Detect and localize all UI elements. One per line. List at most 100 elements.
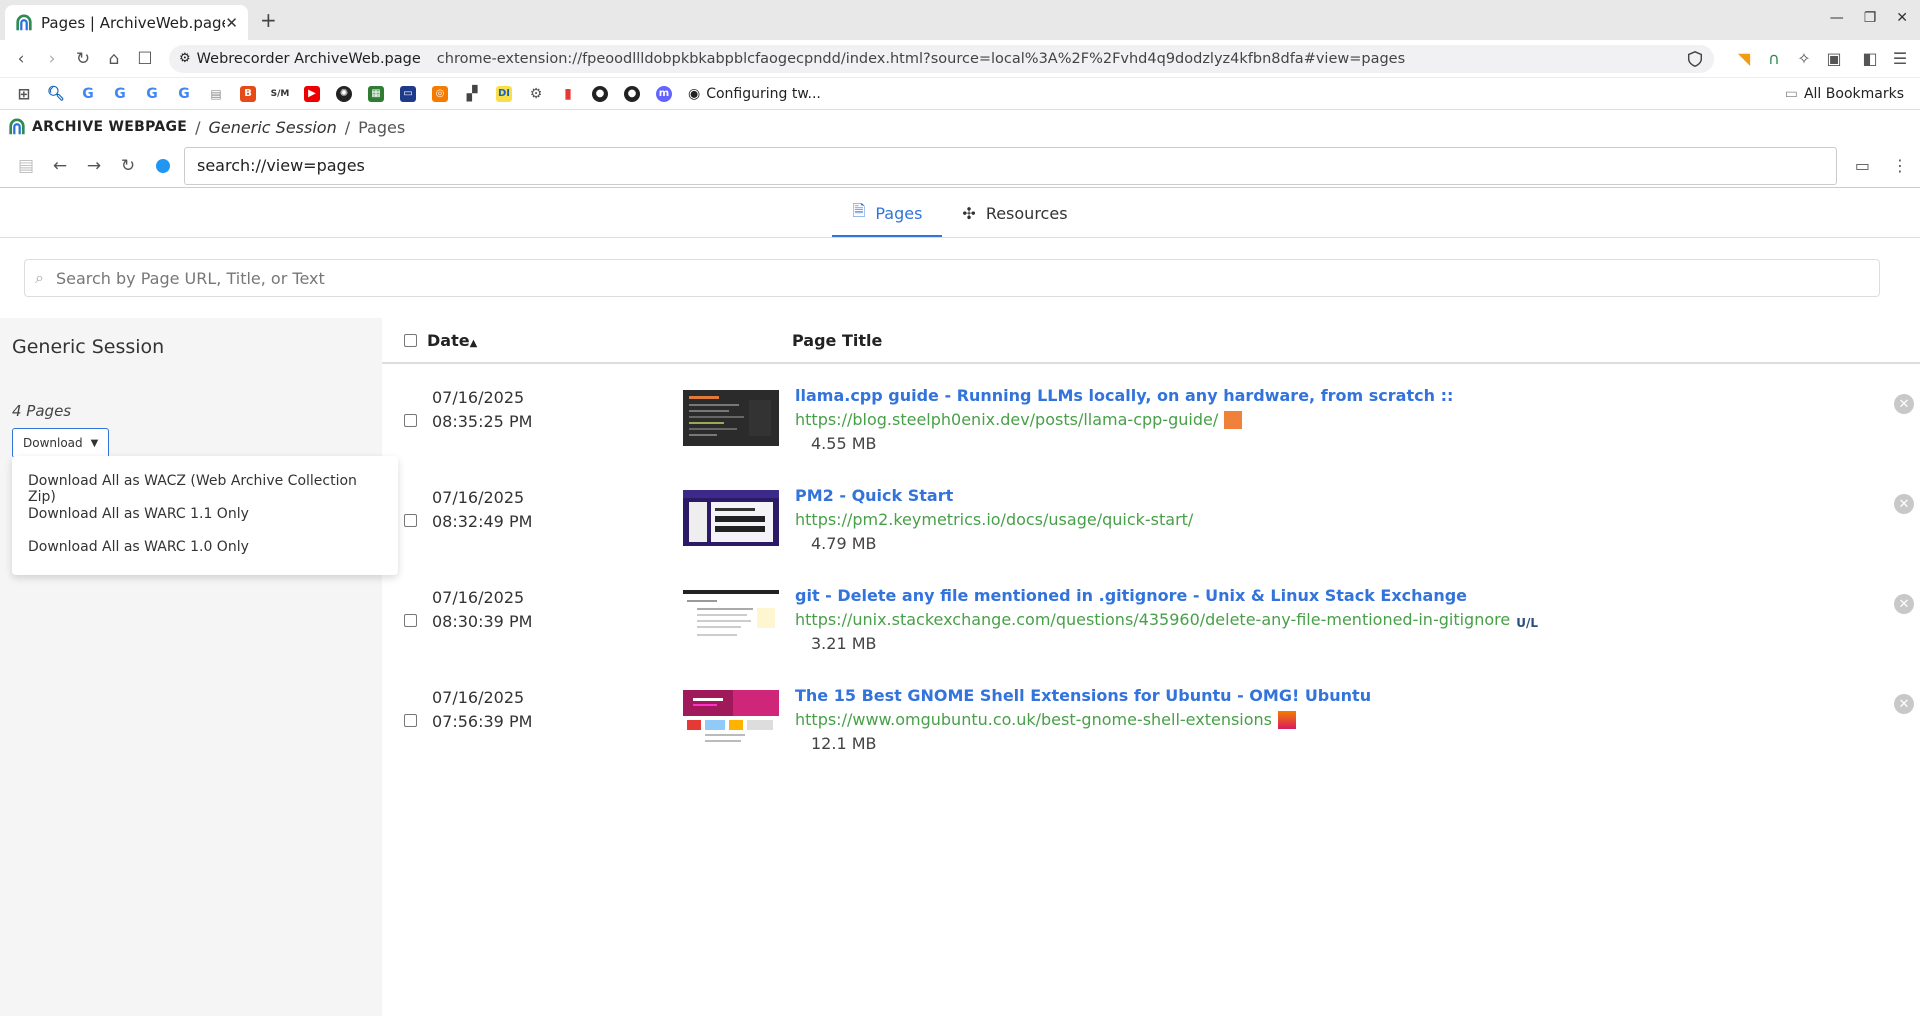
browser-toolbar: ‹ › ↻ ⌂ ☐ ⚙ Webrecorder ArchiveWeb.page …: [0, 40, 1920, 78]
new-tab-icon[interactable]: +: [260, 8, 277, 32]
row-checkbox[interactable]: [404, 614, 417, 627]
menu-item-download-wacz[interactable]: Download All as WACZ (Web Archive Collec…: [12, 466, 398, 505]
page-url-text: https://unix.stackexchange.com/questions…: [795, 610, 1511, 629]
page-title-link[interactable]: PM2 - Quick Start: [795, 484, 1193, 508]
download-button[interactable]: Download ▼: [12, 428, 110, 458]
back-icon[interactable]: ‹: [10, 48, 32, 70]
tab-pages[interactable]: 🗎︎ Pages: [832, 191, 943, 237]
table-row[interactable]: 07/16/2025 08:30:39 PM git - Delete any …: [382, 564, 1920, 664]
bookmark-orange-icon[interactable]: ◎: [432, 85, 448, 102]
site-info-icon[interactable]: ⚙: [179, 51, 191, 66]
archiveweb-extension-icon[interactable]: ∩: [1764, 49, 1784, 69]
page-count: 4 Pages: [12, 402, 72, 420]
column-date[interactable]: Date▲: [427, 331, 792, 350]
search-icon: ⌕: [35, 268, 44, 287]
close-tab-icon[interactable]: ✕: [225, 14, 238, 32]
archiveweb-logo-icon: [9, 118, 25, 135]
page-url[interactable]: https://blog.steelph0enix.dev/posts/llam…: [795, 408, 1453, 432]
bookmark-blue-icon[interactable]: ▭: [400, 85, 416, 102]
apps-grid-icon[interactable]: ⊞: [16, 85, 32, 103]
bookmark-google-icon[interactable]: G: [112, 86, 128, 102]
bookmark-dark-icon[interactable]: ●: [592, 85, 608, 102]
bookmark-doc-icon[interactable]: ▤: [208, 86, 224, 102]
select-all-checkbox[interactable]: [404, 333, 417, 347]
bookmark-sm-icon[interactable]: S/M: [271, 86, 290, 102]
breadcrumb-pages: Pages: [358, 117, 406, 137]
table-row[interactable]: 07/16/2025 08:32:49 PM PM2 - Quick Start…: [382, 464, 1920, 564]
address-bar[interactable]: ⚙ Webrecorder ArchiveWeb.page chrome-ext…: [169, 44, 1714, 73]
maximize-icon[interactable]: ❐: [1864, 10, 1877, 26]
replay-reload-icon[interactable]: ↻: [118, 156, 138, 176]
bookmark-google-icon[interactable]: G: [176, 86, 192, 102]
screen-icon[interactable]: ▭: [1855, 156, 1870, 175]
bookmark-green-icon[interactable]: ▦: [368, 85, 384, 102]
table-row[interactable]: 07/16/2025 07:56:39 PM The 15 Best GNOME…: [382, 664, 1920, 764]
bookmark-yellow-icon[interactable]: DI: [496, 85, 512, 102]
bookmark-steam-icon[interactable]: ⚙: [528, 86, 544, 102]
page-thumbnail[interactable]: [683, 490, 779, 546]
pages-table: Date▲ Page Title 07/16/2025 08:35:25 PM: [382, 318, 1920, 1016]
row-checkbox[interactable]: [404, 514, 417, 527]
bookmark-dark-icon[interactable]: ●: [624, 85, 640, 102]
delete-page-icon[interactable]: ✕: [1894, 594, 1914, 614]
row-checkbox[interactable]: [404, 714, 417, 727]
tab-resources[interactable]: ✣ Resources: [942, 191, 1087, 237]
bookmark-mastodon-icon[interactable]: m: [656, 85, 672, 102]
home-icon[interactable]: ⌂: [103, 48, 125, 70]
tab-pages-label: Pages: [875, 203, 923, 223]
delete-page-icon[interactable]: ✕: [1894, 694, 1914, 714]
bookmark-search-icon[interactable]: 🔍︎: [47, 86, 65, 102]
delete-page-icon[interactable]: ✕: [1894, 394, 1914, 414]
bookmark-google-icon[interactable]: G: [80, 86, 96, 102]
column-title[interactable]: Page Title: [792, 331, 882, 350]
site-favicon-icon: [1224, 411, 1243, 429]
reload-icon[interactable]: ↻: [72, 48, 94, 70]
page-title-link[interactable]: git - Delete any file mentioned in .giti…: [795, 584, 1534, 608]
brave-shield-icon[interactable]: [1686, 50, 1704, 68]
replay-url-input[interactable]: search://view=pages: [184, 146, 1837, 185]
table-row[interactable]: 07/16/2025 08:35:25 PM llama.cpp guide -…: [382, 364, 1920, 464]
page-url[interactable]: https://www.omgubuntu.co.uk/best-gnome-s…: [795, 708, 1371, 732]
minimize-icon[interactable]: —: [1830, 10, 1844, 26]
forward-icon[interactable]: ›: [41, 48, 63, 70]
page-title-link[interactable]: The 15 Best GNOME Shell Extensions for U…: [795, 684, 1371, 708]
sidebar-list-icon[interactable]: ▤: [16, 156, 36, 176]
app-logo[interactable]: ARCHIVE WEBPAGE: [8, 118, 187, 136]
bookmark-chart-icon[interactable]: ▮: [560, 86, 576, 102]
download-menu: Download All as WACZ (Web Archive Collec…: [12, 456, 398, 575]
wallet-icon[interactable]: ▣: [1824, 49, 1844, 69]
page-thumbnail[interactable]: [683, 390, 779, 446]
rss-icon[interactable]: ◥: [1734, 49, 1754, 69]
page-url[interactable]: https://unix.stackexchange.com/questions…: [795, 608, 1538, 632]
menu-item-download-warc11[interactable]: Download All as WARC 1.1 Only: [12, 499, 398, 532]
replay-back-icon[interactable]: ←: [50, 156, 70, 176]
all-bookmarks[interactable]: ▭ All Bookmarks: [1785, 86, 1904, 102]
more-options-icon[interactable]: ⋮: [1892, 156, 1908, 175]
row-checkbox[interactable]: [404, 414, 417, 427]
bookmark-openai-icon[interactable]: ✺: [336, 85, 352, 102]
page-search-input[interactable]: ⌕ Search by Page URL, Title, or Text: [24, 259, 1880, 297]
sidebar-toggle-icon[interactable]: ◧: [1860, 49, 1880, 69]
replay-forward-icon[interactable]: →: [84, 156, 104, 176]
bookmark-grid-icon[interactable]: ▞: [464, 86, 480, 102]
extensions-icon[interactable]: ✧: [1794, 49, 1814, 69]
close-window-icon[interactable]: ✕: [1896, 10, 1908, 26]
bookmark-youtube-icon[interactable]: ▶: [304, 85, 320, 102]
bookmark-b-icon[interactable]: B: [240, 85, 256, 102]
page-url-text: https://www.omgubuntu.co.uk/best-gnome-s…: [795, 710, 1273, 729]
bookmark-github[interactable]: ◉ Configuring tw...: [688, 86, 821, 102]
bookmark-icon[interactable]: ☐: [134, 48, 156, 70]
browser-tab[interactable]: Pages | ArchiveWeb.page ✕: [5, 5, 248, 40]
bookmark-google-icon[interactable]: G: [144, 86, 160, 102]
window-controls: — ❐ ✕: [1830, 10, 1908, 26]
page-thumbnail[interactable]: [683, 690, 779, 746]
replay-toolbar: ▤ ← → ↻ search://view=pages ▭ ⋮: [0, 144, 1920, 188]
delete-page-icon[interactable]: ✕: [1894, 494, 1914, 514]
page-title-link[interactable]: llama.cpp guide - Running LLMs locally, …: [795, 384, 1453, 408]
download-label: Download: [23, 436, 83, 450]
page-thumbnail[interactable]: [683, 590, 779, 646]
menu-icon[interactable]: ☰: [1890, 49, 1910, 69]
menu-item-download-warc10[interactable]: Download All as WARC 1.0 Only: [12, 532, 398, 565]
breadcrumb-session[interactable]: Generic Session: [209, 118, 337, 137]
page-url[interactable]: https://pm2.keymetrics.io/docs/usage/qui…: [795, 508, 1193, 532]
